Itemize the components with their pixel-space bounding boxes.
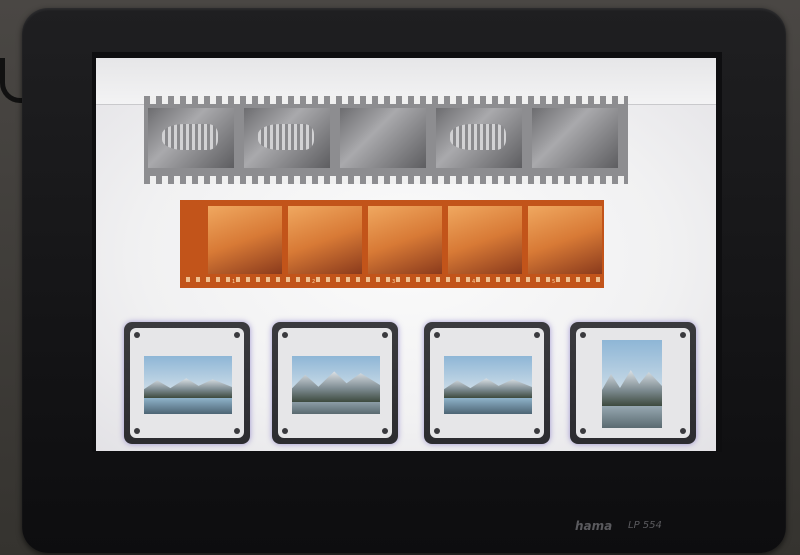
- frame-number: 3: [392, 279, 396, 285]
- color-negative-frame: [448, 206, 522, 274]
- mount-pin: [382, 332, 388, 338]
- mount-pin: [134, 332, 140, 338]
- model-label: LP 554: [628, 520, 662, 531]
- mount-pin: [434, 428, 440, 434]
- slide-photo: [144, 356, 232, 414]
- slide-3: [424, 322, 550, 444]
- mount-pin: [434, 332, 440, 338]
- negative-frame: [532, 108, 618, 168]
- slide-4: [570, 322, 696, 444]
- frame-number: 4: [472, 279, 476, 285]
- tower-image: [162, 124, 218, 150]
- color-negative-frame: [368, 206, 442, 274]
- sprocket-holes-bottom: [144, 176, 628, 184]
- negative-frame: [148, 108, 234, 168]
- tower-image: [450, 124, 506, 150]
- color-negative-frame: [288, 206, 362, 274]
- color-negative-frame: [528, 206, 602, 274]
- negative-frame: [436, 108, 522, 168]
- mount-pin: [534, 428, 540, 434]
- color-negative-frame: [208, 206, 282, 274]
- frame-number: 1: [232, 279, 236, 285]
- sprocket-holes-top: [144, 96, 628, 104]
- mount-pin: [134, 428, 140, 434]
- mount-pin: [282, 332, 288, 338]
- frame-number: 5: [552, 279, 556, 285]
- frame-number: 2: [312, 279, 316, 285]
- mount-pin: [680, 332, 686, 338]
- bw-negative-strip: [144, 96, 628, 184]
- slide-photo: [444, 356, 532, 414]
- mount-pin: [282, 428, 288, 434]
- mount-pin: [680, 428, 686, 434]
- mount-pin: [234, 428, 240, 434]
- negative-frame: [244, 108, 330, 168]
- mount-pin: [580, 332, 586, 338]
- tower-image: [258, 124, 314, 150]
- slide-2: [272, 322, 398, 444]
- mount-pin: [580, 428, 586, 434]
- slide-photo: [602, 340, 662, 428]
- mount-pin: [534, 332, 540, 338]
- slide-1: [124, 322, 250, 444]
- color-negative-strip: 1 2 3 4 5: [180, 200, 604, 288]
- brand-logo: hama: [575, 519, 613, 533]
- mount-pin: [382, 428, 388, 434]
- slide-photo: [292, 356, 380, 414]
- mount-pin: [234, 332, 240, 338]
- negative-frame: [340, 108, 426, 168]
